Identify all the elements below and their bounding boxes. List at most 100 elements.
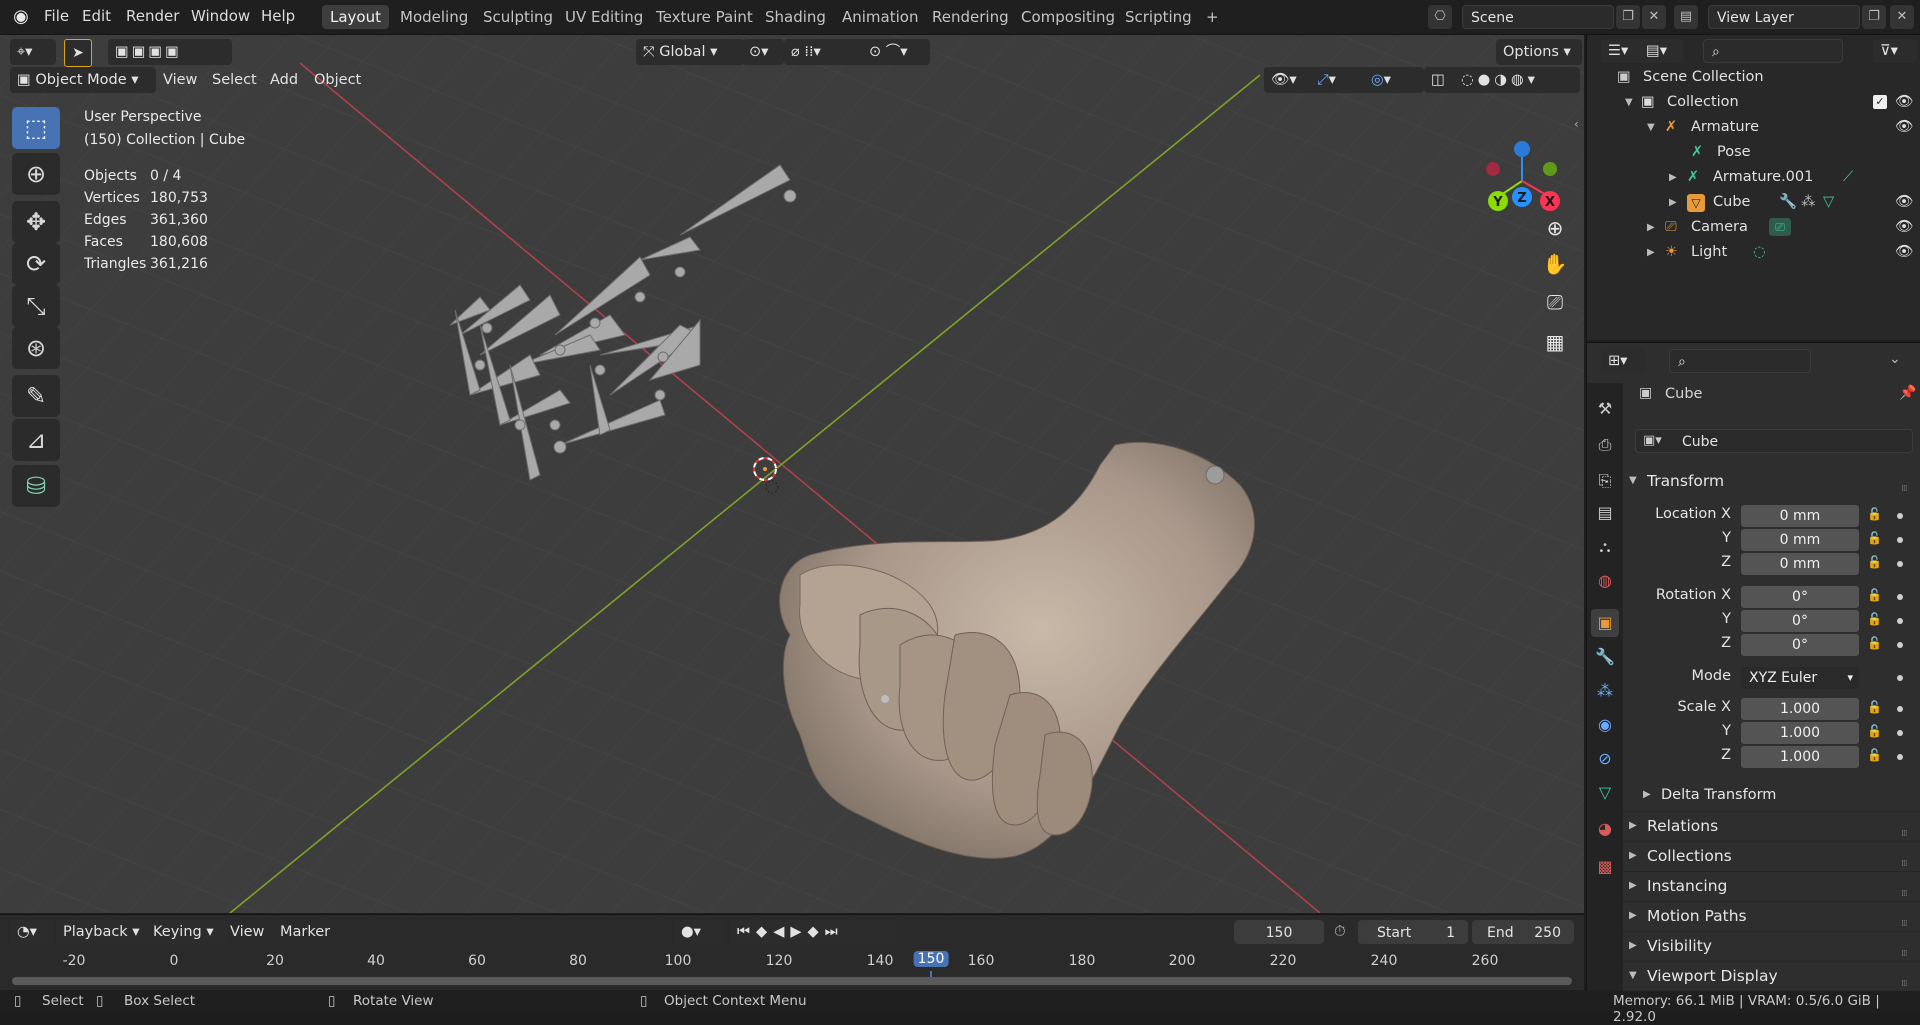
menu-add[interactable]: Add: [270, 67, 298, 93]
keyframe-dot[interactable]: [1897, 537, 1903, 543]
3d-viewport[interactable]: ⌖▾ ➤ ▣▣▣▣ ⤧ Global ▾ ⊙▾ ⌀ ⁞⁞▾ ⊙ ⌒▾ Optio…: [0, 35, 1584, 913]
scale-y-field[interactable]: 1.000: [1741, 722, 1859, 744]
menu-render[interactable]: Render: [126, 7, 179, 25]
transform-tool-icon[interactable]: ⊛: [12, 327, 60, 369]
menu-window[interactable]: Window: [191, 7, 250, 25]
drag-grip-icon[interactable]: ⁞⁞⁞: [1901, 940, 1913, 959]
scale-tool-icon[interactable]: ⤡: [12, 285, 60, 327]
eye-icon[interactable]: 👁: [1895, 115, 1913, 140]
tab-sculpting[interactable]: Sculpting: [475, 5, 561, 29]
viewport-display-panel-header[interactable]: ▼ Viewport Display ⁞⁞⁞: [1623, 961, 1920, 990]
properties-editor-type-icon[interactable]: ⊞▾: [1601, 349, 1645, 373]
menu-select[interactable]: Select: [212, 67, 257, 93]
snapping-icons[interactable]: ⌀ ⁞⁞▾: [784, 39, 874, 65]
location-x-field[interactable]: 0 mm: [1741, 505, 1859, 527]
scale-x-field[interactable]: 1.000: [1741, 698, 1859, 720]
drag-grip-icon[interactable]: ⁞⁞⁞: [1901, 475, 1913, 494]
menu-help[interactable]: Help: [261, 7, 295, 25]
scene-field[interactable]: Scene: [1462, 5, 1614, 29]
lock-icon[interactable]: 🔓: [1867, 700, 1885, 718]
object-mode-dropdown[interactable]: ▣ Object Mode ▾: [10, 67, 156, 93]
collections-panel-header[interactable]: ▶ Collections ⁞⁞⁞: [1623, 841, 1920, 870]
lock-icon[interactable]: 🔓: [1867, 588, 1885, 606]
outliner-row-scene-collection[interactable]: ▣ Scene Collection: [1587, 65, 1920, 90]
outliner-row-pose[interactable]: ✗ Pose: [1587, 140, 1920, 165]
keyframe-dot[interactable]: [1897, 618, 1903, 624]
eye-icon[interactable]: 👁: [1895, 215, 1913, 240]
eye-icon[interactable]: 👁: [1895, 190, 1913, 215]
lock-icon[interactable]: 🔓: [1867, 748, 1885, 766]
properties-options-icon[interactable]: ⌄: [1889, 351, 1901, 367]
view-layer-browse-icon[interactable]: ▤: [1674, 5, 1698, 29]
tab-animation[interactable]: Animation: [834, 5, 926, 29]
exclude-checkbox[interactable]: ✓: [1873, 95, 1887, 109]
scale-z-field[interactable]: 1.000: [1741, 746, 1859, 768]
drag-grip-icon[interactable]: ⁞⁞⁞: [1901, 910, 1913, 929]
add-cube-tool-icon[interactable]: ⛁: [12, 465, 60, 507]
instancing-panel-header[interactable]: ▶ Instancing ⁞⁞⁞: [1623, 871, 1920, 900]
object-name-field[interactable]: Cube: [1635, 429, 1913, 453]
transform-panel-header[interactable]: ▼ Transform ⁞⁞⁞: [1623, 467, 1920, 495]
keyframe-dot[interactable]: [1897, 706, 1903, 712]
outliner-row-armature[interactable]: ▼ ✗ Armature 👁: [1587, 115, 1920, 140]
proportional-editing-icons[interactable]: ⊙ ⌒▾: [862, 39, 930, 65]
select-tool-icon[interactable]: ➤: [64, 39, 92, 67]
options-button[interactable]: Options ▾: [1496, 39, 1582, 65]
expand-arrow-icon[interactable]: ▶: [1669, 165, 1677, 190]
lock-icon[interactable]: 🔓: [1867, 724, 1885, 742]
shading-mode-icons[interactable]: ◌●◑◍▾: [1454, 67, 1580, 93]
gizmo-toggle-icon[interactable]: ⤢▾: [1310, 67, 1370, 93]
material-tab-icon[interactable]: ◕: [1591, 815, 1619, 843]
new-scene-icon[interactable]: ❐: [1616, 5, 1640, 29]
visibility-panel-header[interactable]: ▶ Visibility ⁞⁞⁞: [1623, 931, 1920, 960]
properties-editor[interactable]: ⊞▾ ⌕ ⌄ ⚒ ⎙ ⎘ ▤ ⛬ ◍ ▣ 🔧 ⁂ ◉ ⊘ ▽ ◕ ▩ ▣ Cub…: [1586, 342, 1920, 991]
lock-icon[interactable]: 🔓: [1867, 612, 1885, 630]
view-layer-field[interactable]: View Layer: [1708, 5, 1860, 29]
expand-arrow-icon[interactable]: ▶: [1669, 190, 1677, 215]
rotation-mode-dropdown[interactable]: XYZ Euler ▾: [1741, 667, 1859, 689]
keyframe-dot[interactable]: [1897, 642, 1903, 648]
outliner-row-camera[interactable]: ▶ ⎚ Camera ⎚ 👁: [1587, 215, 1920, 240]
object-browse-icon[interactable]: ▣▾: [1643, 433, 1662, 448]
pivot-point-icon[interactable]: ⊙▾: [742, 39, 784, 65]
drag-grip-icon[interactable]: ⁞⁞⁞: [1901, 880, 1913, 899]
rotation-z-field[interactable]: 0°: [1741, 634, 1859, 656]
tab-rendering[interactable]: Rendering: [924, 5, 1017, 29]
expand-arrow-icon[interactable]: ▶: [1647, 240, 1655, 265]
ortho-toggle-icon[interactable]: ▦: [1538, 325, 1572, 359]
texture-tab-icon[interactable]: ▩: [1591, 853, 1619, 881]
rotate-tool-icon[interactable]: ⟳: [12, 243, 60, 285]
tab-uv-editing[interactable]: UV Editing: [557, 5, 651, 29]
select-box-tool-icon[interactable]: ⬚: [12, 107, 60, 149]
blender-logo-icon[interactable]: ◉: [10, 6, 32, 28]
expand-arrow-icon[interactable]: ▼: [1647, 115, 1655, 140]
drag-grip-icon[interactable]: ⁞⁞⁞: [1901, 820, 1913, 839]
location-z-field[interactable]: 0 mm: [1741, 553, 1859, 575]
lock-icon[interactable]: 🔓: [1867, 555, 1885, 573]
mesh-data-tab-icon[interactable]: ▽: [1591, 779, 1619, 807]
tool-tab-icon[interactable]: ⚒: [1591, 395, 1619, 423]
transform-orientation-dropdown[interactable]: ⤧ Global ▾: [636, 39, 744, 65]
location-y-field[interactable]: 0 mm: [1741, 529, 1859, 551]
render-tab-icon[interactable]: ⎙: [1591, 431, 1619, 459]
tab-compositing[interactable]: Compositing: [1013, 5, 1123, 29]
menu-view[interactable]: View: [163, 67, 197, 93]
outliner-row-armature-001[interactable]: ▶ ✗ Armature.001 ⟋: [1587, 165, 1920, 190]
outliner-search-input[interactable]: ⌕: [1703, 39, 1843, 63]
relations-panel-header[interactable]: ▶ Relations ⁞⁞⁞: [1623, 811, 1920, 840]
eye-icon[interactable]: 👁: [1895, 90, 1913, 115]
drag-grip-icon[interactable]: ⁞⁞⁞: [1901, 970, 1913, 989]
drag-grip-icon[interactable]: ⁞⁞⁞: [1901, 850, 1913, 869]
move-tool-icon[interactable]: ✥: [12, 201, 60, 243]
lock-icon[interactable]: 🔓: [1867, 636, 1885, 654]
rotation-y-field[interactable]: 0°: [1741, 610, 1859, 632]
timeline-editor[interactable]: ◔▾ Playback ▾ Keying ▾ View Marker ●▾ ⏮◆…: [0, 914, 1584, 991]
menu-object[interactable]: Object: [314, 67, 361, 93]
menu-file[interactable]: File: [44, 7, 69, 25]
display-mode-icon[interactable]: ▤▾: [1639, 39, 1683, 63]
annotate-tool-icon[interactable]: ✎: [12, 375, 60, 417]
keyframe-dot[interactable]: [1897, 561, 1903, 567]
add-workspace-button[interactable]: +: [1198, 5, 1227, 29]
zoom-icon[interactable]: ⊕: [1538, 211, 1572, 245]
delete-scene-icon[interactable]: ✕: [1642, 5, 1666, 29]
